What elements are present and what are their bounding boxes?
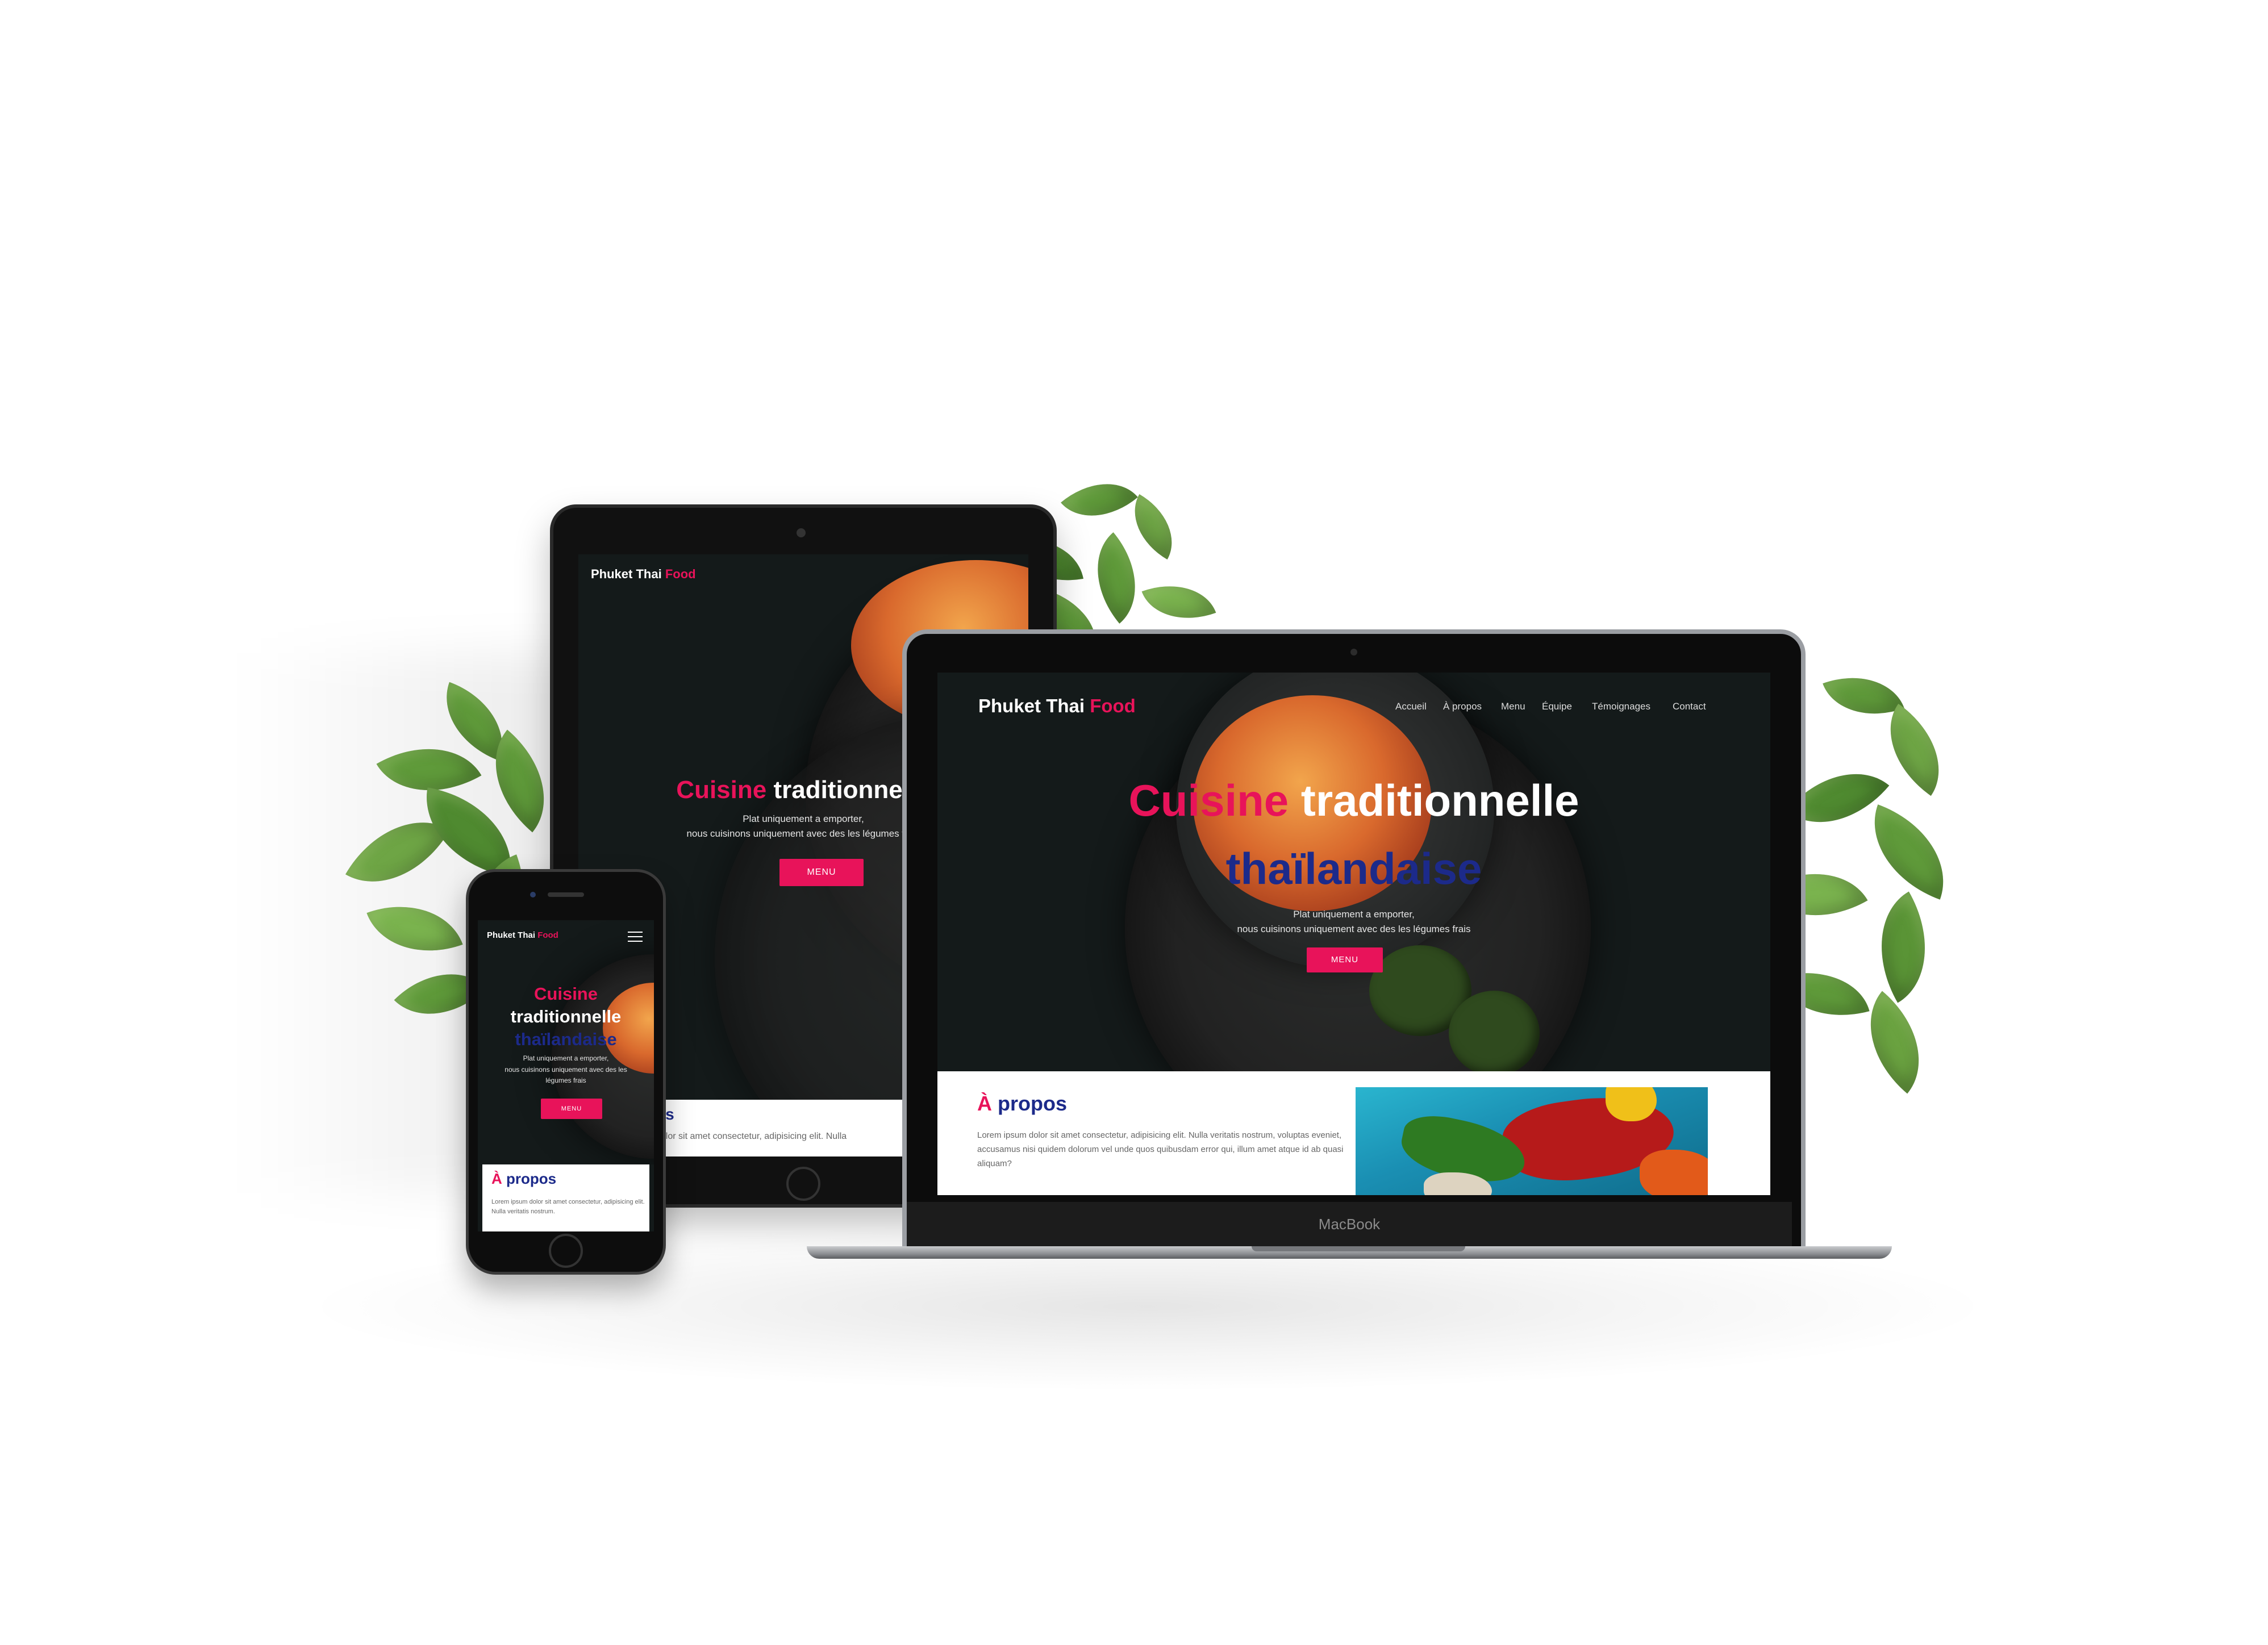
tablet-menu-button[interactable]: MENU [779,859,864,886]
laptop-notch [1252,1246,1465,1251]
laptop-brand[interactable]: Phuket Thai Food [978,695,1136,717]
phone-hero-subtitle-1: Plat uniquement a emporter, [523,1054,609,1062]
nav-temoignages[interactable]: Témoignages [1592,701,1650,712]
laptop-device: Phuket Thai Food Accueil À propos Menu É… [902,629,1806,1255]
laptop-hero-subtitle-2: nous cuisinons uniquement avec des les l… [1237,924,1471,934]
phone-screen: Phuket Thai Food Cuisine traditionnelle … [478,920,654,1231]
laptop-menu-button[interactable]: MENU [1307,947,1383,972]
nav-menu[interactable]: Menu [1501,701,1525,712]
laptop-camera [1350,649,1357,656]
phone-camera [530,892,536,897]
laptop-brand-label: MacBook [1318,1216,1381,1233]
laptop-hero-title: Cuisine traditionnelle [1128,775,1579,825]
tablet-about-text: dolor sit amet consectetur, adipisicing … [656,1132,847,1141]
laptop-about: À propos Lorem ipsum dolor sit amet cons… [937,1071,1770,1195]
laptop-about-title: À propos [977,1092,1068,1115]
peppers-image [1356,1087,1708,1195]
tablet-brand[interactable]: Phuket Thai Food [591,567,696,582]
phone-about-title: À propos [491,1170,557,1187]
phone-hero: Phuket Thai Food Cuisine traditionnelle … [478,920,654,1164]
tablet-home-button[interactable] [786,1167,820,1201]
laptop-chin: MacBook [907,1202,1792,1246]
mockup-stage: Phuket Thai Food Cuisine traditionnelle … [0,0,2268,1645]
nav-contact[interactable]: Contact [1673,701,1706,712]
phone-hero-title-2: traditionnelle [510,1007,622,1026]
nav-equipe[interactable]: Équipe [1542,701,1572,712]
phone-hero-title-1: Cuisine [534,984,598,1004]
phone-hero-subtitle-2: nous cuisinons uniquement avec des les l… [505,1066,627,1084]
phone-menu-button[interactable]: MENU [541,1099,602,1119]
phone-home-button[interactable] [549,1234,583,1268]
laptop-hero-title-secondary: thaïlandaise [1225,844,1482,894]
laptop-screen: Phuket Thai Food Accueil À propos Menu É… [937,673,1770,1195]
phone-about-text: Lorem ipsum dolor sit amet consectetur, … [491,1199,645,1215]
hamburger-menu-icon[interactable] [628,932,643,942]
nav-a-propos[interactable]: À propos [1443,701,1482,712]
phone-device: Phuket Thai Food Cuisine traditionnelle … [466,869,666,1275]
laptop-hero: Phuket Thai Food Accueil À propos Menu É… [937,673,1770,1071]
nav-accueil[interactable]: Accueil [1395,701,1427,712]
laptop-hero-subtitle-1: Plat uniquement a emporter, [1293,909,1415,920]
phone-about: À propos Lorem ipsum dolor sit amet cons… [482,1164,649,1231]
phone-speaker [548,892,584,897]
laptop-about-text: Lorem ipsum dolor sit amet consectetur, … [977,1130,1344,1168]
tablet-camera [797,528,806,537]
phone-hero-title-3: thaïlandaise [515,1029,617,1049]
phone-brand[interactable]: Phuket Thai Food [487,930,558,940]
